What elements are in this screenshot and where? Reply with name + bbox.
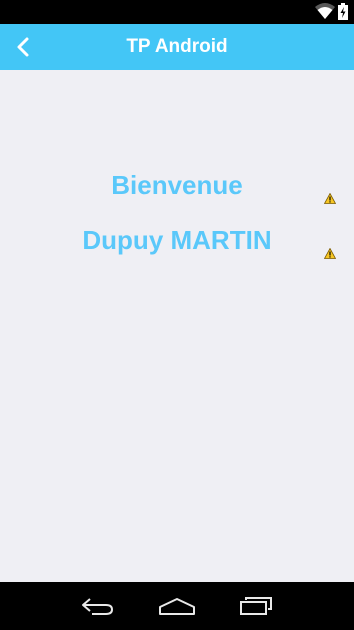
screen: TP Android Bienvenue Dupuy MARTIN: [0, 0, 354, 630]
home-nav-icon: [159, 598, 195, 615]
user-name: Dupuy MARTIN: [82, 225, 272, 255]
battery-charging-icon: [338, 3, 348, 20]
back-nav-icon: [82, 598, 114, 615]
wifi-icon: [315, 3, 335, 19]
nav-back-button[interactable]: [68, 582, 128, 630]
welcome-text: Bienvenue: [111, 170, 243, 200]
status-bar: [0, 0, 354, 24]
warning-icon: [324, 248, 336, 259]
recents-nav-icon: [240, 597, 272, 615]
nav-home-button[interactable]: [147, 582, 207, 630]
app-title: TP Android: [126, 36, 228, 57]
navigation-bar: [0, 582, 354, 630]
nav-recents-button[interactable]: [226, 582, 286, 630]
content-area: Bienvenue Dupuy MARTIN: [0, 70, 354, 582]
warning-icon: [324, 193, 336, 204]
app-bar: TP Android: [0, 24, 354, 70]
